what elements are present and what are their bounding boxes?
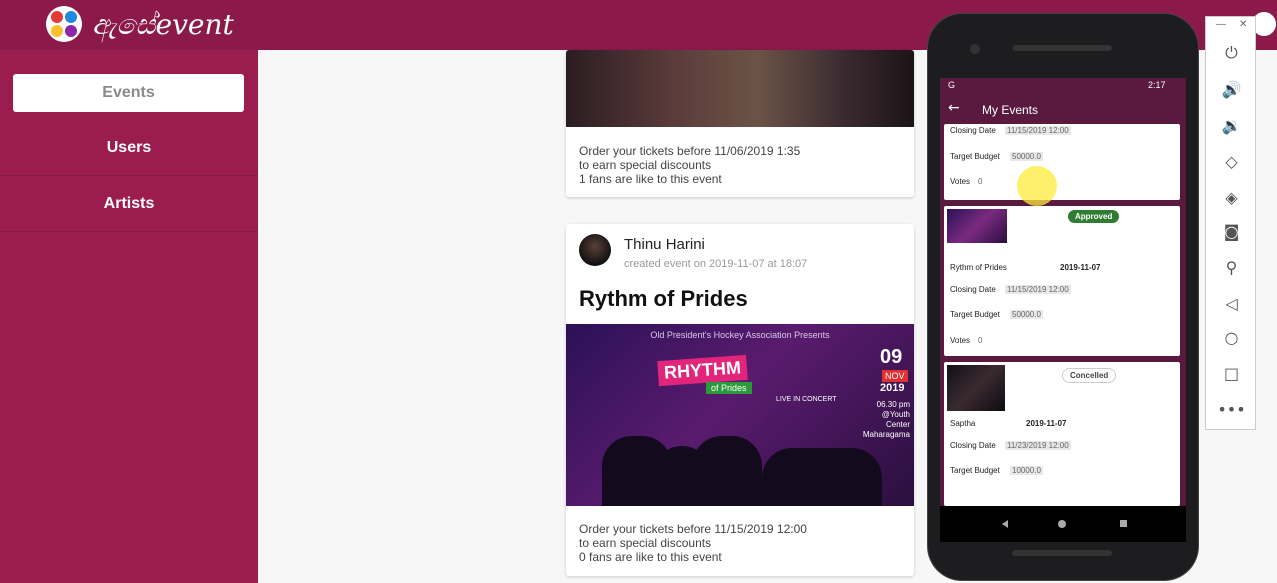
closing-date-value: 11/23/2019 12:00 bbox=[1005, 441, 1071, 450]
event-poster: Old President's Hockey Association Prese… bbox=[566, 324, 914, 506]
my-event-card[interactable]: Closing Date 11/15/2019 12:00 Target Bud… bbox=[944, 124, 1180, 200]
front-camera bbox=[970, 44, 980, 54]
camera-icon[interactable]: ◙ bbox=[1206, 217, 1257, 245]
closing-date-label: Closing Date bbox=[950, 285, 996, 294]
event-order-text: Order your tickets before 11/06/2019 1:3… bbox=[579, 144, 801, 158]
poster-venue: 06.30 pm @Youth Center Maharagama bbox=[862, 400, 910, 439]
power-icon[interactable]: ⏻ bbox=[1206, 39, 1257, 67]
status-badge: Concelled bbox=[1062, 368, 1117, 383]
back-arrow-icon[interactable]: ← bbox=[948, 100, 960, 116]
target-budget-label: Target Budget bbox=[950, 152, 1000, 161]
poster-header: Old President's Hockey Association Prese… bbox=[650, 330, 830, 340]
target-budget-value: 10000.0 bbox=[1010, 466, 1043, 475]
volume-up-icon[interactable]: 🔊 bbox=[1206, 75, 1257, 103]
votes-value: 0 bbox=[978, 336, 983, 345]
home-icon[interactable]: ○ bbox=[1206, 323, 1257, 351]
emulator-toolbar: — ✕ ⏻ 🔊 🔉 ◇ ◈ ◙ ⚲ ◁ ○ □ ••• bbox=[1205, 16, 1256, 430]
event-fans-text: 0 fans are like to this event bbox=[579, 550, 722, 564]
event-card[interactable]: Order your tickets before 11/06/2019 1:3… bbox=[566, 50, 914, 197]
sidebar: Events Users Artists bbox=[0, 50, 258, 583]
phone-emulator: G 2:17 ← My Events Closing Date 11/15/20… bbox=[928, 14, 1198, 580]
zoom-icon[interactable]: ⚲ bbox=[1206, 253, 1257, 281]
poster-day: 09 bbox=[880, 346, 903, 368]
sidebar-item-users[interactable]: Users bbox=[0, 120, 258, 176]
closing-date-value: 11/15/2019 12:00 bbox=[1005, 126, 1071, 135]
closing-date-label: Closing Date bbox=[950, 441, 996, 450]
sidebar-item-label: Artists bbox=[103, 194, 155, 212]
rotate-right-icon[interactable]: ◈ bbox=[1206, 183, 1257, 211]
created-date: created event on 2019-11-07 at 18:07 bbox=[624, 258, 808, 270]
event-discount-text: to earn special discounts bbox=[579, 536, 712, 550]
closing-date-label: Closing Date bbox=[950, 126, 996, 135]
votes-label: Votes bbox=[950, 336, 971, 345]
cursor-highlight bbox=[1017, 166, 1057, 206]
target-budget-value: 50000.0 bbox=[1010, 152, 1043, 161]
my-event-card[interactable]: Concelled Saptha 2019-11-07 Closing Date… bbox=[944, 362, 1180, 506]
status-badge: Approved bbox=[1068, 210, 1120, 223]
event-name: Rythm of Prides bbox=[950, 263, 1007, 272]
back-icon[interactable]: ◁ bbox=[1206, 289, 1257, 317]
bottom-speaker bbox=[1012, 550, 1112, 556]
event-card[interactable]: Thinu Harini created event on 2019-11-07… bbox=[566, 224, 914, 576]
my-events-list: Closing Date 11/15/2019 12:00 Target Bud… bbox=[940, 124, 1186, 506]
event-date: 2019-11-07 bbox=[1060, 263, 1101, 272]
target-budget-value: 50000.0 bbox=[1010, 310, 1043, 319]
phone-screen: G 2:17 ← My Events Closing Date 11/15/20… bbox=[940, 78, 1186, 506]
author-name: Thinu Harini bbox=[624, 236, 705, 253]
android-nav-bar bbox=[940, 506, 1186, 542]
nav-back-icon[interactable] bbox=[1002, 520, 1008, 528]
sidebar-item-artists[interactable]: Artists bbox=[0, 176, 258, 232]
sidebar-item-events[interactable]: Events bbox=[13, 74, 244, 112]
rotate-left-icon[interactable]: ◇ bbox=[1206, 147, 1257, 175]
event-image bbox=[566, 50, 914, 127]
poster-live-text: LIVE IN CONCERT bbox=[776, 396, 837, 403]
band-silhouette bbox=[762, 448, 882, 506]
sidebar-item-label: Users bbox=[106, 138, 152, 156]
event-discount-text: to earn special discounts bbox=[579, 158, 712, 172]
event-name: Saptha bbox=[950, 419, 976, 428]
poster-year: 2019 bbox=[880, 382, 905, 394]
my-event-card[interactable]: Approved Rythm of Prides 2019-11-07 Clos… bbox=[944, 206, 1180, 356]
phone-screen-title: My Events bbox=[982, 103, 1039, 117]
status-left: G bbox=[948, 80, 956, 90]
logo-icon[interactable] bbox=[46, 6, 82, 42]
performer-silhouette bbox=[692, 436, 762, 506]
phone-app-bar: ← My Events bbox=[940, 94, 1186, 124]
nav-home-icon[interactable] bbox=[1058, 520, 1066, 528]
author-avatar bbox=[579, 234, 611, 266]
nav-recents-icon[interactable] bbox=[1120, 520, 1127, 527]
overview-icon[interactable]: □ bbox=[1206, 359, 1257, 387]
closing-date-value: 11/15/2019 12:00 bbox=[1005, 285, 1071, 294]
event-date: 2019-11-07 bbox=[1026, 419, 1067, 428]
status-time: 2:17 bbox=[1148, 80, 1166, 90]
event-fans-text: 1 fans are like to this event bbox=[579, 172, 722, 186]
more-icon[interactable]: ••• bbox=[1206, 395, 1257, 423]
volume-down-icon[interactable]: 🔉 bbox=[1206, 111, 1257, 139]
target-budget-label: Target Budget bbox=[950, 310, 1000, 319]
votes-value: 0 bbox=[978, 177, 983, 186]
close-icon[interactable]: ✕ bbox=[1239, 19, 1247, 30]
poster-subtitle: of Prides bbox=[706, 382, 752, 394]
event-order-text: Order your tickets before 11/15/2019 12:… bbox=[579, 522, 807, 536]
app-logo-text: ඇසේevent bbox=[92, 8, 234, 41]
poster-month: NOV bbox=[882, 370, 908, 382]
votes-label: Votes bbox=[950, 177, 971, 186]
sidebar-item-label: Events bbox=[102, 84, 155, 101]
speaker-grille bbox=[1012, 45, 1112, 51]
event-thumbnail bbox=[947, 209, 1007, 243]
target-budget-label: Target Budget bbox=[950, 466, 1000, 475]
status-bar: G 2:17 bbox=[940, 78, 1186, 94]
event-title: Rythm of Prides bbox=[579, 286, 748, 311]
minimize-icon[interactable]: — bbox=[1216, 19, 1226, 30]
event-thumbnail bbox=[947, 365, 1005, 411]
